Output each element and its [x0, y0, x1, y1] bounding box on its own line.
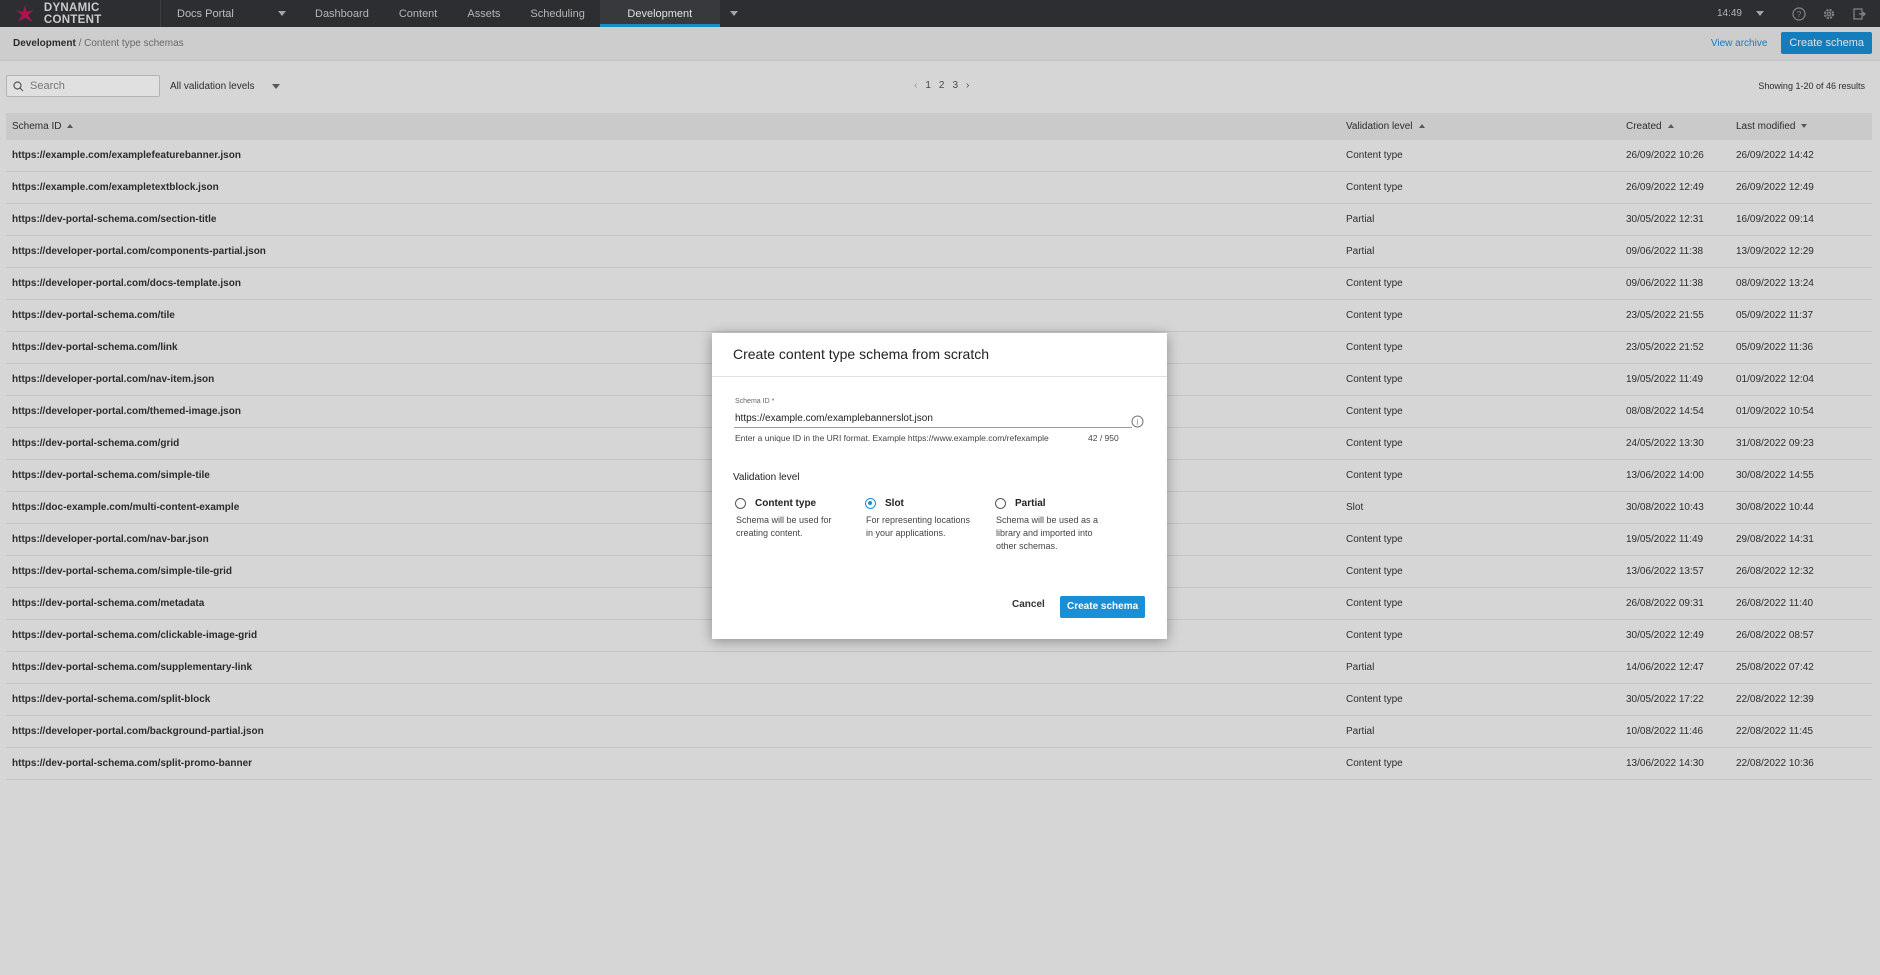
radio-partial[interactable] — [995, 498, 1006, 509]
validation-level-title: Validation level — [733, 472, 800, 483]
radio-option-partial[interactable]: Partial Schema will be used as a library… — [995, 498, 1115, 553]
radio-option-content-type[interactable]: Content type Schema will be used for cre… — [735, 498, 855, 540]
radio-label: Partial — [1015, 498, 1046, 509]
radio-option-slot[interactable]: Slot For representing locations in your … — [865, 498, 985, 540]
radio-label: Slot — [885, 498, 904, 509]
radio-label: Content type — [755, 498, 817, 509]
schema-id-helper: Enter a unique ID in the URI format. Exa… — [735, 433, 1049, 443]
char-counter: 42 / 950 — [1088, 433, 1119, 443]
radio-content-type[interactable] — [735, 498, 746, 509]
svg-text:i: i — [1136, 418, 1139, 427]
info-icon[interactable]: i — [1131, 415, 1144, 428]
radio-slot[interactable] — [865, 498, 876, 509]
create-schema-dialog: Create content type schema from scratch … — [712, 333, 1167, 639]
radio-description: For representing locations in your appli… — [866, 515, 971, 538]
input-underline — [734, 427, 1132, 428]
submit-create-schema-button[interactable]: Create schema — [1060, 596, 1146, 618]
schema-id-input[interactable]: https://example.com/examplebannerslot.js… — [735, 413, 933, 424]
schema-id-label: Schema ID * — [735, 398, 775, 405]
dialog-title: Create content type schema from scratch — [712, 333, 1167, 377]
cancel-button[interactable]: Cancel — [1006, 595, 1051, 614]
radio-description: Schema will be used as a library and imp… — [996, 515, 1099, 551]
radio-description: Schema will be used for creating content… — [736, 515, 832, 538]
